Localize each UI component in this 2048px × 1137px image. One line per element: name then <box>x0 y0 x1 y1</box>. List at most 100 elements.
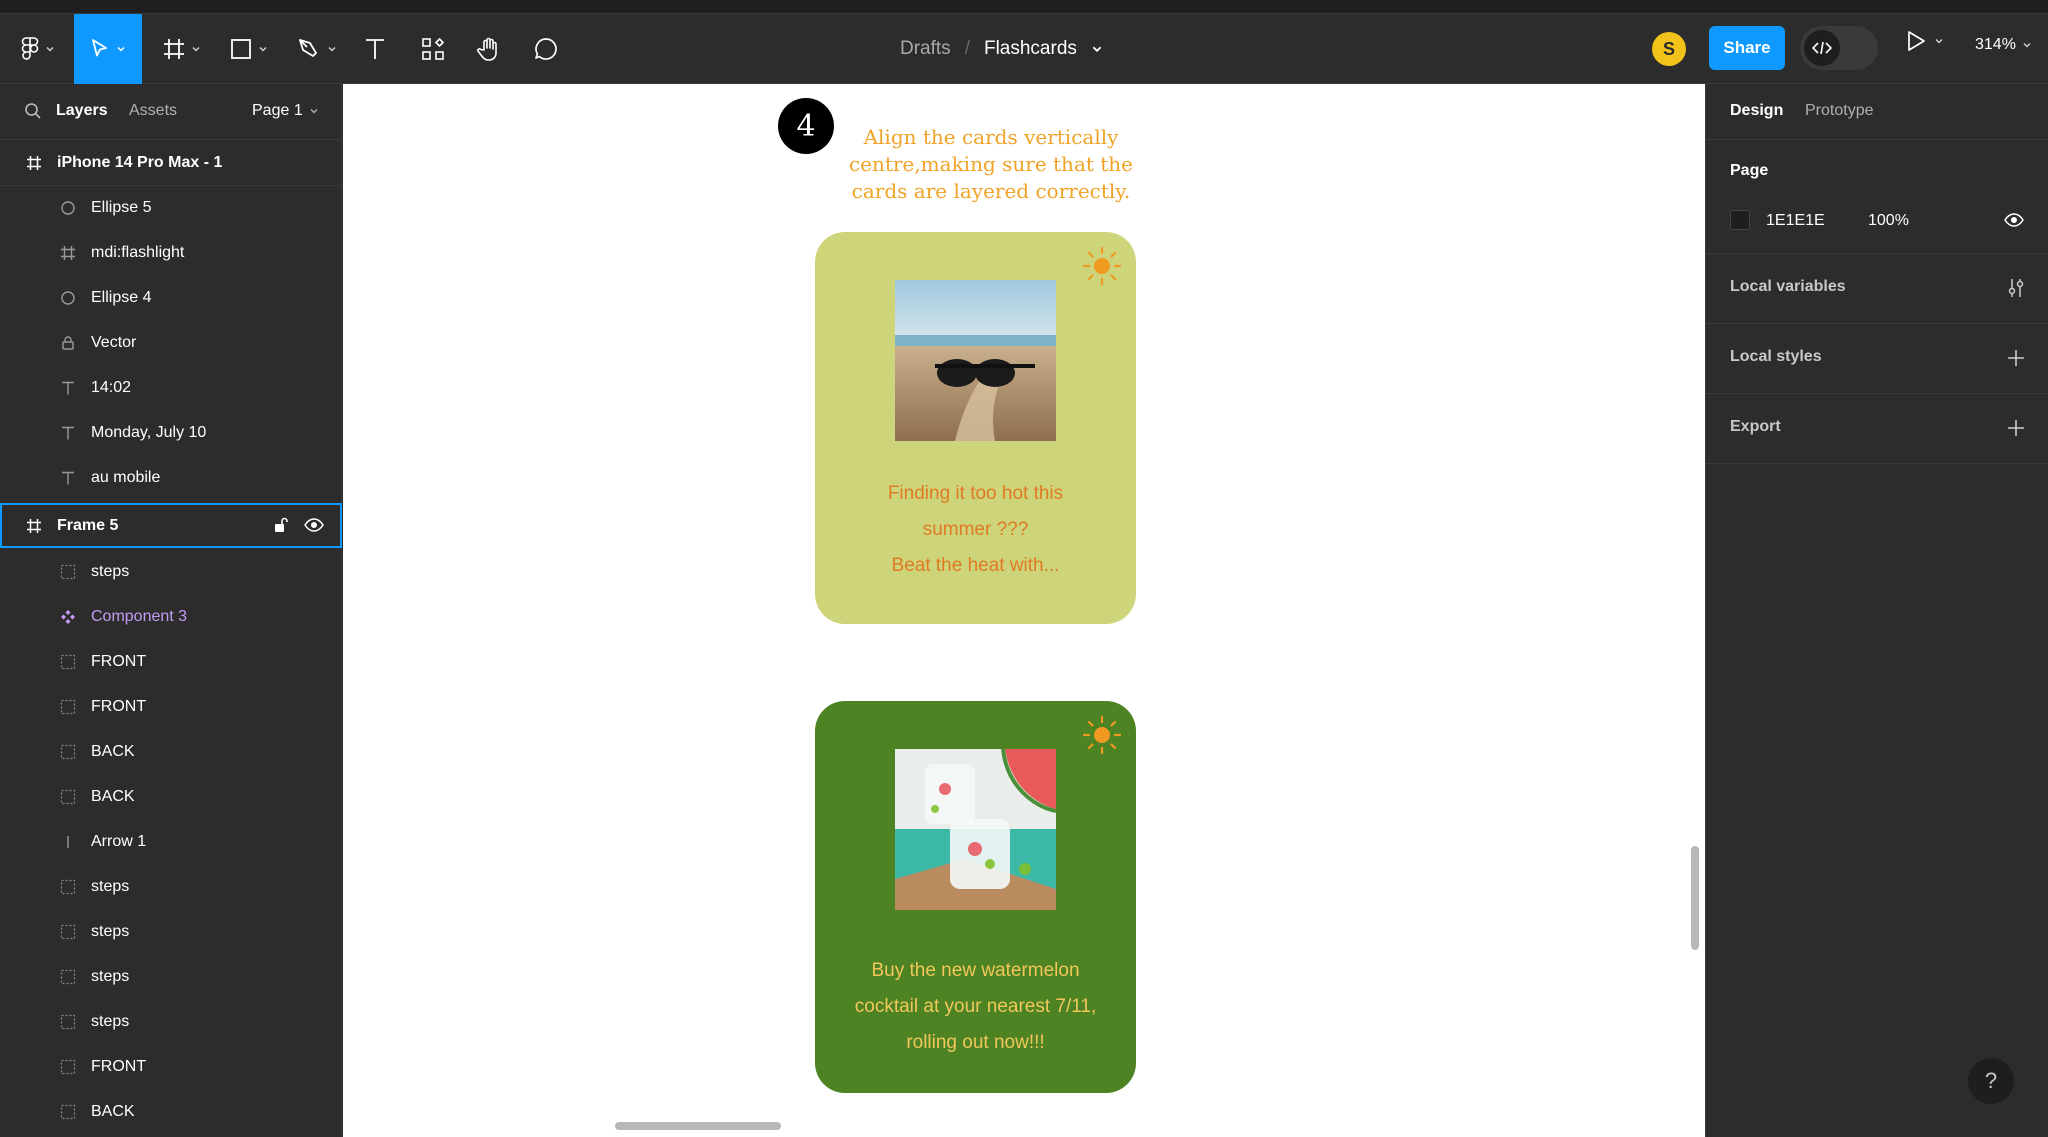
dev-mode-toggle[interactable] <box>1800 26 1878 70</box>
resources-tool-button[interactable] <box>418 14 448 84</box>
move-tool-button[interactable] <box>74 14 142 84</box>
frame-hash-icon <box>164 39 184 59</box>
export-section[interactable]: Export <box>1706 394 2048 464</box>
section-icon <box>58 877 78 897</box>
layer-label: 14:02 <box>91 378 132 396</box>
export-title: Export <box>1730 418 1781 435</box>
chevron-down-icon[interactable] <box>1091 43 1103 55</box>
variables-settings-icon[interactable] <box>2007 278 2025 298</box>
shape-tool-button[interactable] <box>226 14 272 84</box>
layer-label: steps <box>91 922 130 940</box>
layer-label: steps <box>91 967 130 985</box>
search-icon[interactable] <box>24 102 42 120</box>
unlock-icon[interactable] <box>272 516 290 534</box>
pen-tool-button[interactable] <box>294 14 340 84</box>
layer-label: Ellipse 5 <box>91 198 152 216</box>
comment-icon <box>535 38 557 60</box>
eye-icon[interactable] <box>304 516 324 534</box>
breadcrumb: Drafts / Flashcards <box>900 14 1103 84</box>
layer-row[interactable]: 14:02 <box>0 365 342 410</box>
vertical-scrollbar[interactable] <box>1691 846 1699 950</box>
sunglasses-beach-photo <box>895 280 1056 441</box>
frame-tool-button[interactable] <box>158 14 206 84</box>
layer-row[interactable]: BACK <box>0 1089 342 1134</box>
hand-icon <box>477 37 497 61</box>
share-button[interactable]: Share <box>1709 26 1785 70</box>
design-canvas[interactable]: 4 Align the cards vertically centre,maki… <box>343 84 1705 1137</box>
layer-label: Ellipse 4 <box>91 288 152 306</box>
help-button[interactable]: ? <box>1968 1058 2014 1104</box>
chevron-down-icon <box>328 46 336 52</box>
chevron-down-icon <box>1935 38 1943 44</box>
dev-mode-knob <box>1804 30 1840 66</box>
card-line: Buy the new watermelon <box>871 960 1080 981</box>
flashcard-front[interactable]: Finding it too hot this summer ??? Beat … <box>815 232 1136 624</box>
section-icon <box>58 967 78 987</box>
layer-row[interactable]: FRONT <box>0 1044 342 1089</box>
chevron-down-icon <box>310 108 318 114</box>
breadcrumb-drafts[interactable]: Drafts <box>900 38 951 60</box>
layer-actions <box>272 516 324 534</box>
local-styles-section[interactable]: Local styles <box>1706 324 2048 394</box>
layer-label: iPhone 14 Pro Max - 1 <box>57 153 223 171</box>
page-opacity[interactable]: 100% <box>1868 212 1909 230</box>
layer-row[interactable]: Component 3 <box>0 594 342 639</box>
layer-row[interactable]: steps <box>0 999 342 1044</box>
hand-tool-button[interactable] <box>474 14 504 84</box>
layer-row[interactable]: Vector <box>0 320 342 365</box>
page-section-title: Page <box>1730 162 1769 179</box>
page-color-swatch[interactable] <box>1730 210 1750 230</box>
layer-label: au mobile <box>91 468 161 486</box>
tab-layers[interactable]: Layers <box>56 102 108 120</box>
tab-design[interactable]: Design <box>1730 102 1783 120</box>
horizontal-scrollbar[interactable] <box>615 1122 781 1130</box>
layer-row[interactable]: steps <box>0 549 342 594</box>
section-icon <box>58 697 78 717</box>
layer-row[interactable]: steps <box>0 864 342 909</box>
file-name[interactable]: Flashcards <box>984 38 1077 60</box>
rectangle-icon <box>231 39 251 59</box>
tab-prototype[interactable]: Prototype <box>1805 102 1873 120</box>
plus-icon[interactable] <box>2007 349 2025 367</box>
main-menu-button[interactable] <box>14 14 62 84</box>
layer-row[interactable]: FRONT <box>0 684 342 729</box>
page-color-hex[interactable]: 1E1E1E <box>1766 212 1825 230</box>
layer-row[interactable]: BACK <box>0 774 342 819</box>
layer-row[interactable]: Monday, July 10 <box>0 410 342 455</box>
resources-icon <box>422 37 445 60</box>
layers-panel: Layers Assets Page 1 iPhone 14 Pro Max -… <box>0 84 342 1137</box>
page-selector-label: Page 1 <box>252 102 303 119</box>
layer-row[interactable]: FRONT <box>0 639 342 684</box>
layer-row[interactable]: steps <box>0 909 342 954</box>
layer-row-selected-frame[interactable]: Frame 5 <box>0 503 342 548</box>
watermelon-cocktail-photo <box>895 749 1056 910</box>
card-line: Finding it too hot this <box>887 483 1064 504</box>
present-button[interactable] <box>1906 30 1944 52</box>
layer-row[interactable]: mdi:flashlight <box>0 230 342 275</box>
layer-row[interactable]: au mobile <box>0 455 342 500</box>
avatar[interactable]: S <box>1652 32 1686 66</box>
local-variables-section[interactable]: Local variables <box>1706 254 2048 324</box>
layer-label: steps <box>91 877 130 895</box>
layer-row[interactable]: Ellipse 4 <box>0 275 342 320</box>
comment-tool-button[interactable] <box>531 14 561 84</box>
layer-row[interactable]: steps <box>0 954 342 999</box>
layer-row-top-frame[interactable]: iPhone 14 Pro Max - 1 <box>0 140 342 185</box>
text-tool-button[interactable] <box>360 14 390 84</box>
text-icon <box>58 378 78 398</box>
flashcard-front-text: Finding it too hot this summer ??? Beat … <box>835 476 1116 584</box>
tab-assets[interactable]: Assets <box>129 102 177 120</box>
layer-label: steps <box>91 562 130 580</box>
page-selector[interactable]: Page 1 <box>252 102 319 120</box>
flashcard-back[interactable]: Buy the new watermelon cocktail at your … <box>815 701 1136 1093</box>
layer-label: BACK <box>91 742 135 760</box>
layer-row[interactable]: BACK <box>0 729 342 774</box>
layer-row[interactable]: Ellipse 5 <box>0 185 342 230</box>
layer-label: BACK <box>91 1102 135 1120</box>
eye-icon[interactable] <box>2004 212 2024 228</box>
layer-row[interactable]: Arrow 1 <box>0 819 342 864</box>
zoom-menu[interactable]: 314% <box>1975 36 2032 54</box>
plus-icon[interactable] <box>2007 419 2025 437</box>
chevron-down-icon <box>2023 42 2031 48</box>
vector-icon <box>58 333 78 353</box>
